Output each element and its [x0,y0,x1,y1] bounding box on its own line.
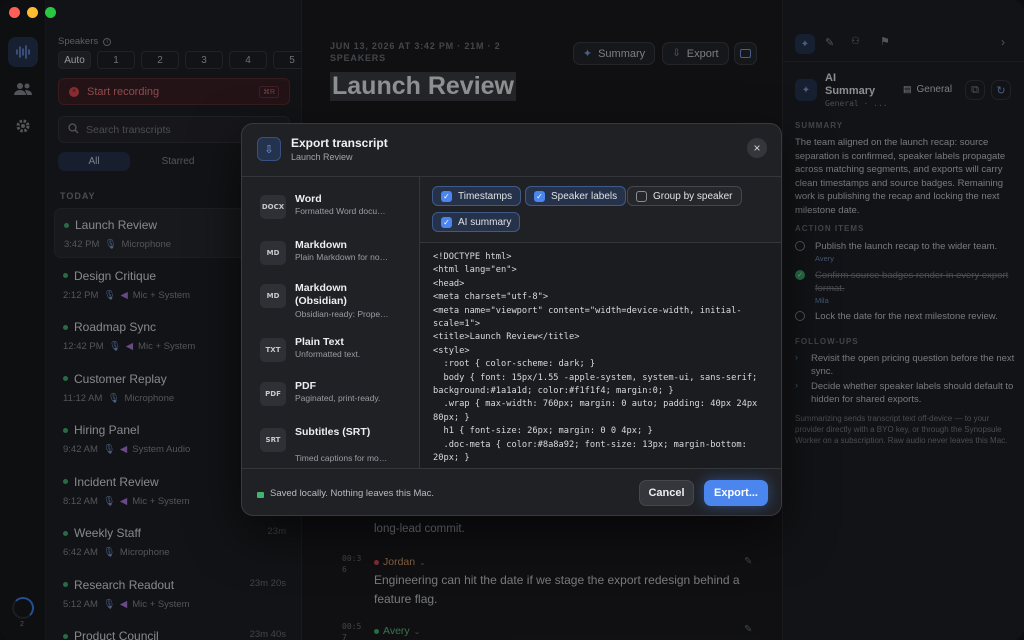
format-option[interactable]: MD Markdown Plain Markdown for notes. [256,239,406,279]
format-description: Obsidian-ready: Properties. [295,309,390,319]
checkbox-checked-icon: ✓ [441,216,452,228]
format-name: Subtitles (SRT) [295,426,371,438]
option-chip[interactable]: Group by speaker [627,186,742,206]
export-dialog: ⇩ Export transcript Launch Review × DOCX… [241,123,782,516]
format-description: Paginated, print-ready. [295,393,381,403]
saved-note: Saved locally. Nothing leaves this Mac. [257,488,434,499]
export-icon: ⇩ [257,137,281,161]
format-option[interactable]: DOCX Word Formatted Word document. [256,193,406,233]
divider [242,468,781,469]
zoom-window-button[interactable] [45,7,56,18]
format-badge: DOCX [260,195,286,219]
format-name: Word [295,193,322,205]
option-label: Speaker labels [551,190,618,202]
format-description: Timed captions for movies. [295,453,390,463]
close-icon[interactable]: × [747,138,767,158]
format-name: PDF [295,380,316,392]
format-option[interactable]: PDF PDF Paginated, print-ready. [256,380,406,420]
format-badge: TXT [260,338,286,362]
saved-note-text: Saved locally. Nothing leaves this Mac. [270,488,435,499]
checkbox-checked-icon: ✓ [534,190,545,202]
option-label: AI summary [458,216,512,228]
close-window-button[interactable] [9,7,20,18]
cancel-button[interactable]: Cancel [639,480,694,506]
app-window: 2 Speakers i Auto 1 2 3 4 5 × Start reco… [0,0,1024,640]
checkbox-checked-icon: ✓ [441,190,452,202]
option-chip[interactable]: ✓ Timestamps [432,186,522,206]
checkbox-empty-icon [636,190,647,202]
dialog-subtitle: Launch Review [291,152,353,162]
format-name: Markdown (Obsidian) [295,282,347,307]
export-preview: <!DOCTYPE html> <html lang="en"> <head> … [433,252,758,463]
format-name: Plain Text [295,336,344,348]
format-badge: PDF [260,382,286,406]
format-description: Formatted Word document. [295,206,390,216]
option-label: Timestamps [458,190,513,202]
minimize-window-button[interactable] [27,7,38,18]
format-option[interactable]: TXT Plain Text Unformatted text. [256,336,406,376]
option-chip[interactable]: ✓ AI summary [432,212,521,232]
dialog-title: Export transcript [291,136,388,150]
format-badge: MD [260,241,286,265]
lock-icon [257,491,264,498]
format-description: Unformatted text. [295,349,361,359]
format-badge: SRT [260,428,286,452]
format-option[interactable]: MD Markdown (Obsidian) Obsidian-ready: Pro… [256,282,406,322]
format-badge: MD [260,284,286,308]
format-description: Plain Markdown for notes. [295,252,390,262]
option-label: Group by speaker [653,190,733,202]
format-name: Markdown [295,239,347,251]
format-option[interactable]: SRT Subtitles (SRT) Timed captions for mov… [256,426,406,466]
option-chip[interactable]: ✓ Speaker labels [525,186,627,206]
export-confirm-button[interactable]: Export... [704,480,768,506]
divider [242,176,781,177]
window-controls [9,7,56,18]
